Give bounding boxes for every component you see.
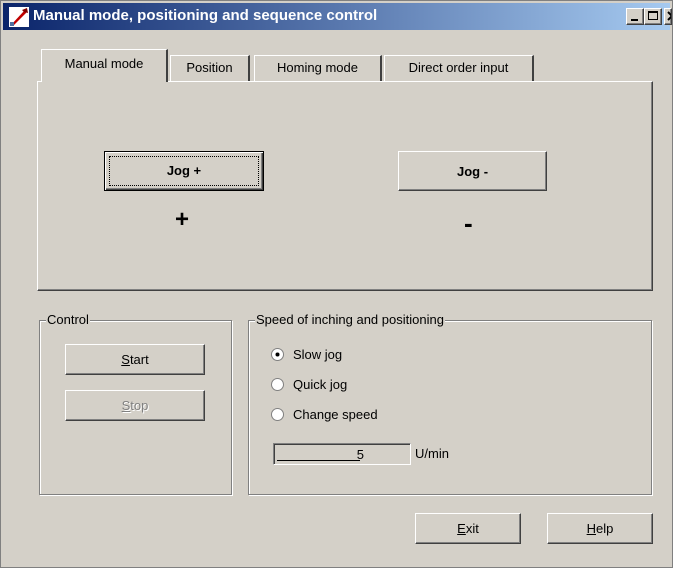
start-label: Start (121, 352, 149, 367)
jog-plus-label: Jog + (166, 163, 202, 178)
speed-unit-label: U/min (415, 446, 449, 461)
radio-label: Change speed (293, 407, 378, 422)
minimize-button[interactable] (626, 8, 644, 25)
maximize-button[interactable] (644, 8, 662, 25)
tab-homing-mode[interactable]: Homing mode (254, 55, 382, 82)
app-wrench-icon (9, 7, 29, 27)
title-bar[interactable]: Manual mode, positioning and sequence co… (3, 3, 672, 30)
help-label: Help (586, 521, 614, 536)
radio-label: Quick jog (293, 377, 348, 392)
help-button[interactable]: Help (547, 513, 653, 544)
window-title: Manual mode, positioning and sequence co… (33, 7, 378, 24)
stop-button: Stop (65, 390, 205, 421)
app-window: Manual mode, positioning and sequence co… (0, 0, 673, 568)
close-icon (667, 11, 671, 21)
tab-label: Homing mode (277, 60, 358, 75)
tab-position[interactable]: Position (170, 55, 250, 82)
exit-label: Exit (457, 521, 479, 536)
tab-direct-order-input[interactable]: Direct order input (384, 55, 534, 82)
radio-unselected-icon (271, 378, 284, 391)
maximize-icon (648, 11, 658, 20)
start-button[interactable]: Start (65, 344, 205, 375)
radio-unselected-icon (271, 408, 284, 421)
jog-minus-label: Jog - (456, 164, 489, 179)
tab-label: Direct order input (408, 60, 509, 75)
control-group-title: Control (46, 312, 90, 327)
minus-sign: - (464, 208, 473, 238)
jog-plus-button[interactable]: Jog + (104, 151, 264, 191)
radio-selected-icon (271, 348, 284, 361)
speed-value: 5 (356, 447, 364, 462)
tab-label: Position (186, 60, 233, 75)
tab-manual-mode[interactable]: Manual mode (41, 49, 168, 82)
minimize-icon (631, 19, 638, 21)
close-button[interactable] (664, 8, 672, 25)
exit-button[interactable]: Exit (415, 513, 521, 544)
speed-value-field[interactable]: 5 (273, 443, 411, 465)
tab-label: Manual mode (64, 56, 144, 71)
speed-group-title: Speed of inching and positioning (255, 312, 445, 327)
stop-label: Stop (121, 398, 149, 413)
jog-minus-button[interactable]: Jog - (398, 151, 547, 191)
plus-sign: + (175, 206, 190, 233)
radio-label: Slow jog (293, 347, 343, 362)
